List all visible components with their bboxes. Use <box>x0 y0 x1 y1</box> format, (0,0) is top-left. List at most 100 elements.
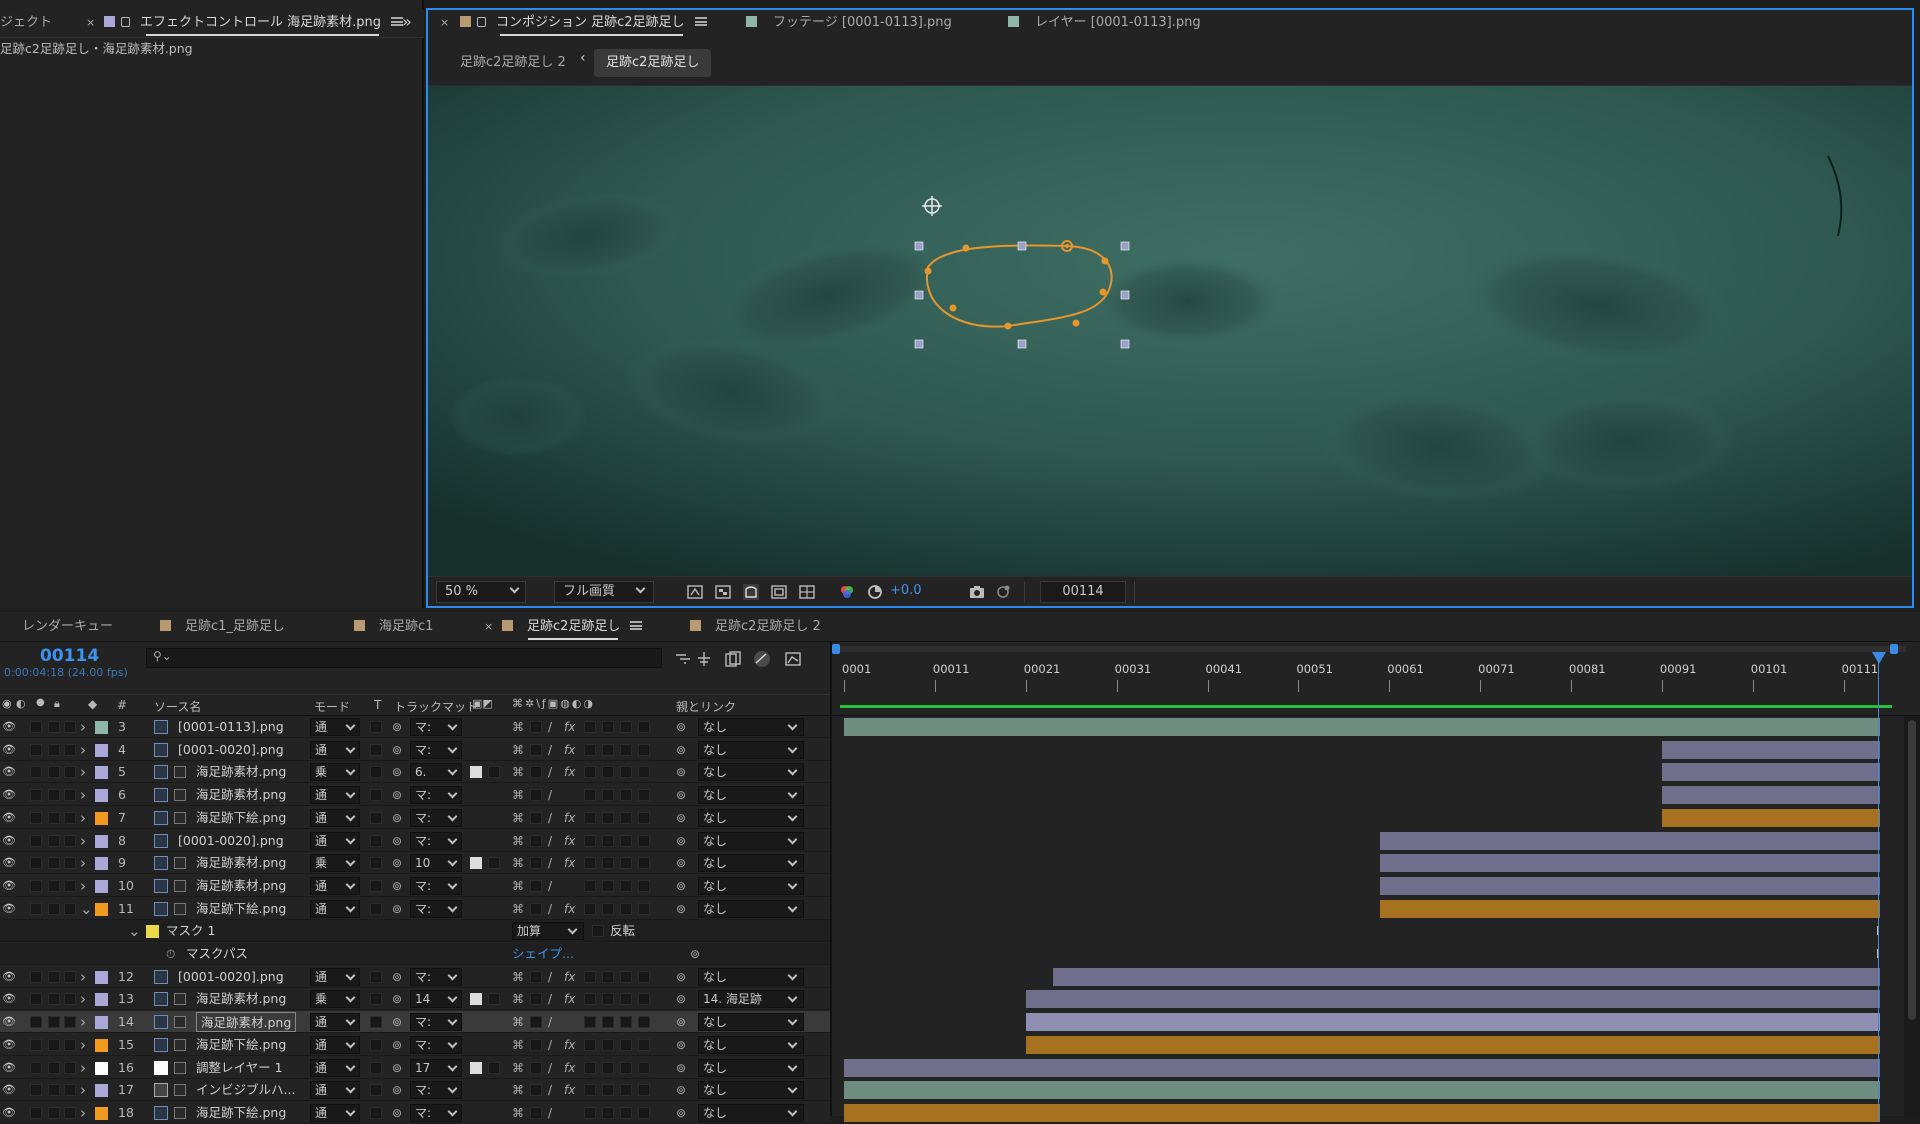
3d-layer-switch[interactable] <box>638 721 650 733</box>
layer-duration-bar[interactable] <box>1380 831 1880 850</box>
solo-toggle[interactable] <box>48 1106 60 1119</box>
audio-toggle[interactable] <box>30 1038 42 1051</box>
lock-toggle[interactable] <box>64 993 76 1006</box>
frame-blend-switch[interactable] <box>584 743 596 756</box>
matte-invert-switch[interactable] <box>488 1061 500 1074</box>
tab-project[interactable]: ジェクト <box>0 10 52 38</box>
solo-toggle[interactable] <box>48 834 60 847</box>
track-matte-dropdown[interactable]: マ: <box>410 899 462 918</box>
parent-dropdown[interactable]: なし <box>698 763 804 782</box>
layer-row[interactable]: 👁︎ ⌄ 11 海足跡下絵.png 通 ⊚ マ: ⌘ / fx ⊚ なし <box>0 897 830 920</box>
lock-icon[interactable] <box>477 17 486 27</box>
label-color[interactable] <box>95 834 108 848</box>
track-matte-link-icon[interactable]: ⊚ <box>392 807 402 829</box>
fx-icon[interactable]: fx <box>564 761 575 783</box>
preserve-transparency-toggle[interactable] <box>370 879 382 892</box>
adjustment-switch[interactable] <box>620 766 632 779</box>
mask-color[interactable] <box>146 925 159 939</box>
quality-switch[interactable]: / <box>548 1102 552 1124</box>
parent-pickwhip-icon[interactable]: ⊚ <box>676 1057 686 1079</box>
tab-render-queue[interactable]: レンダーキュー <box>22 614 113 642</box>
layer-name[interactable]: 海足跡下絵.png <box>196 807 286 829</box>
label-color[interactable] <box>95 1061 108 1075</box>
mode-dropdown[interactable]: 通 <box>310 899 360 918</box>
audio-toggle[interactable] <box>30 1084 42 1097</box>
track-matte-link-icon[interactable]: ⊚ <box>392 1034 402 1056</box>
expand-panels-icon[interactable]: » <box>402 12 412 31</box>
shy-switch[interactable]: ⌘ <box>512 1079 524 1101</box>
audio-toggle[interactable] <box>30 879 42 892</box>
layer-row[interactable]: 👁︎ › 4 [0001-0020].png 通 ⊚ マ: ⌘ / fx ⊚ なし <box>0 738 830 761</box>
chevron-right-icon[interactable]: › <box>80 784 86 806</box>
lock-toggle[interactable] <box>64 1084 76 1097</box>
motion-blur-switch[interactable] <box>602 743 614 756</box>
3d-layer-switch[interactable] <box>638 902 650 915</box>
parent-dropdown[interactable]: なし <box>698 854 804 873</box>
col-source-name[interactable]: ソース名 <box>154 698 201 715</box>
frame-blend-switch[interactable] <box>584 970 596 983</box>
mode-dropdown[interactable]: 通 <box>310 1103 360 1122</box>
audio-toggle[interactable] <box>30 811 42 824</box>
shy-switch[interactable]: ⌘ <box>512 1034 524 1056</box>
preserve-transparency-toggle[interactable] <box>370 902 382 915</box>
preserve-transparency-toggle[interactable] <box>370 1016 382 1029</box>
matte-switch[interactable] <box>470 993 482 1006</box>
layer-duration-bar[interactable] <box>1380 876 1880 895</box>
preserve-transparency-toggle[interactable] <box>370 811 382 824</box>
work-area-bar[interactable] <box>832 646 1906 652</box>
3d-layer-switch[interactable] <box>638 970 650 983</box>
lock-toggle[interactable] <box>64 743 76 756</box>
track-matte-dropdown[interactable]: マ: <box>410 718 462 736</box>
tab-comp-c2[interactable]: 足跡c2足跡足し <box>502 614 643 642</box>
3d-layer-switch[interactable] <box>638 1106 650 1119</box>
eye-visibility-icon[interactable]: 👁︎ <box>2 761 16 783</box>
track-matte-dropdown[interactable]: マ: <box>410 967 462 986</box>
quality-switch[interactable]: / <box>548 784 552 806</box>
chevron-down-icon[interactable]: ⌄ <box>128 920 141 942</box>
panel-menu-icon[interactable] <box>694 17 707 26</box>
preserve-transparency-toggle[interactable] <box>370 1038 382 1051</box>
layer-name[interactable]: 海足跡下絵.png <box>196 1102 286 1124</box>
shy-switch[interactable]: ⌘ <box>512 898 524 920</box>
parent-pickwhip-icon[interactable]: ⊚ <box>676 988 686 1010</box>
layer-name[interactable]: 海足跡素材.png <box>196 988 286 1010</box>
3d-layer-switch[interactable] <box>638 834 650 847</box>
shy-switch[interactable]: ⌘ <box>512 852 524 874</box>
mode-dropdown[interactable]: 乗 <box>310 990 360 1009</box>
parent-pickwhip-icon[interactable]: ⊚ <box>676 761 686 783</box>
current-time-field[interactable]: 00114 <box>1040 581 1126 603</box>
layer-duration-bar[interactable] <box>1025 1013 1880 1032</box>
parent-dropdown[interactable]: なし <box>698 808 804 827</box>
layer-name[interactable]: [0001-0020].png <box>178 830 284 852</box>
lock-icon[interactable] <box>121 17 130 27</box>
frame-blend-switch[interactable] <box>584 721 596 733</box>
tab-layer[interactable]: レイヤー [0001-0113].png <box>1008 10 1201 38</box>
eye-visibility-icon[interactable]: 👁︎ <box>2 966 16 988</box>
frame-blend-switch[interactable] <box>584 834 596 847</box>
layer-name[interactable]: [0001-0020].png <box>178 966 284 988</box>
layer-name[interactable]: 海足跡素材.png <box>196 761 286 783</box>
layer-search-input[interactable]: ⚲⌄ <box>146 648 662 668</box>
layer-name[interactable]: 調整レイヤー 1 <box>196 1057 283 1079</box>
frame-blend-switch[interactable] <box>584 811 596 824</box>
collapse-switch[interactable] <box>530 834 542 847</box>
shy-switch[interactable]: ⌘ <box>512 807 524 829</box>
breadcrumb-item[interactable]: 足跡c2足跡足し 2 <box>448 49 578 77</box>
parent-pickwhip-icon[interactable]: ⊚ <box>676 852 686 874</box>
solo-toggle[interactable] <box>48 1038 60 1051</box>
parent-pickwhip-icon[interactable]: ⊚ <box>676 898 686 920</box>
chevron-right-icon[interactable]: › <box>80 807 86 829</box>
label-color[interactable] <box>95 811 108 825</box>
parent-pickwhip-icon[interactable]: ⊚ <box>676 1102 686 1124</box>
lock-toggle[interactable] <box>64 1038 76 1051</box>
quality-switch[interactable]: / <box>548 830 552 852</box>
adjustment-switch[interactable] <box>620 902 632 915</box>
collapse-switch[interactable] <box>530 811 542 824</box>
parent-dropdown[interactable]: なし <box>698 740 804 759</box>
parent-dropdown[interactable]: なし <box>698 718 804 736</box>
track-matte-link-icon[interactable]: ⊚ <box>392 898 402 920</box>
motion-blur-switch[interactable] <box>602 1106 614 1119</box>
frame-blend-switch[interactable] <box>584 993 596 1006</box>
solo-toggle[interactable] <box>48 1084 60 1097</box>
preserve-transparency-toggle[interactable] <box>370 1061 382 1074</box>
